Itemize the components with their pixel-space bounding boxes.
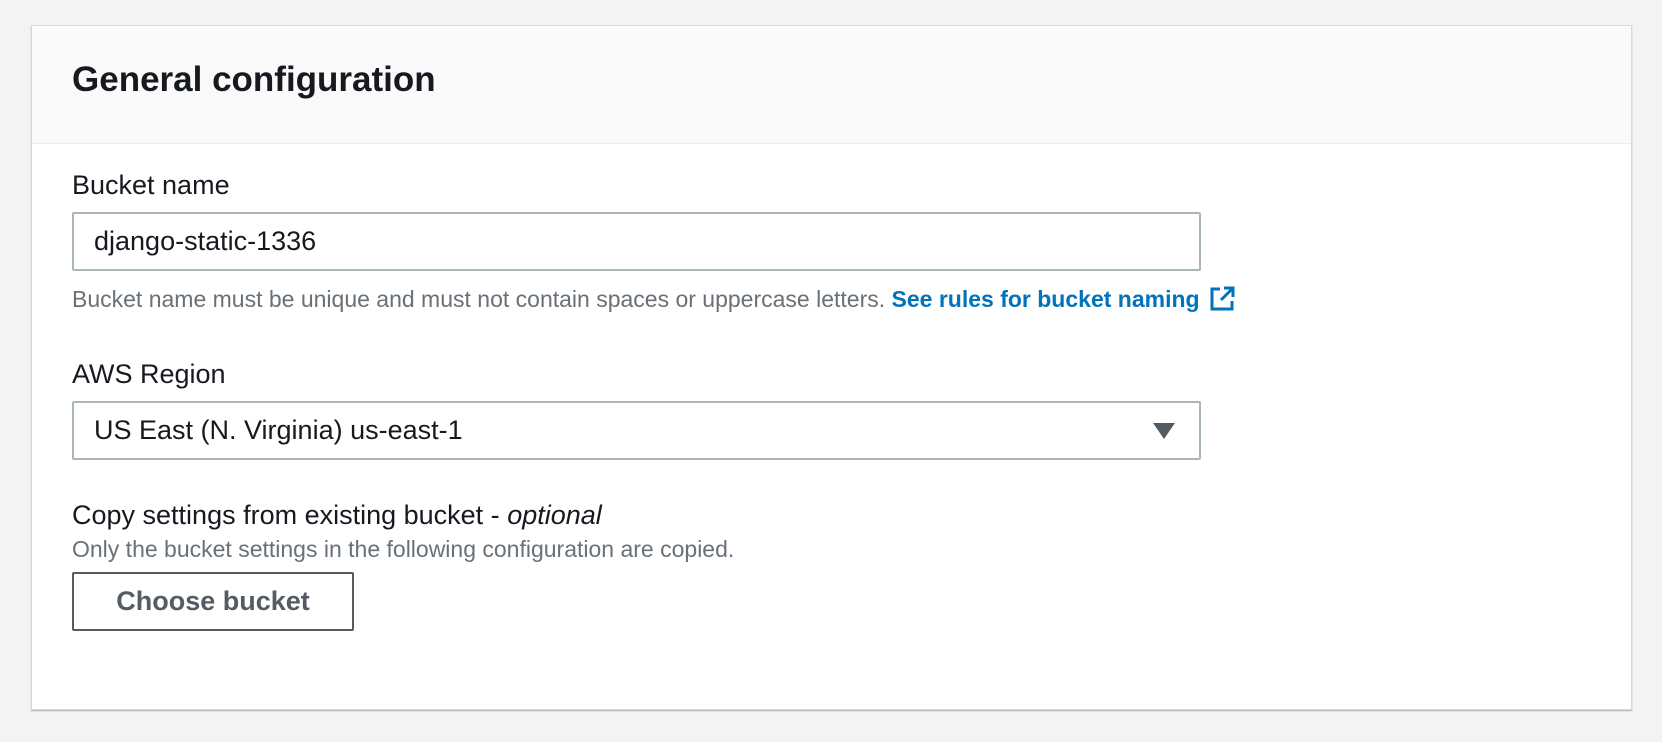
bucket-name-label: Bucket name: [72, 170, 230, 200]
bucket-name-hint: Bucket name must be unique and must not …: [72, 285, 1236, 313]
optional-tag: optional: [507, 500, 602, 530]
choose-bucket-button[interactable]: Choose bucket: [72, 572, 354, 631]
aws-region-select[interactable]: US East (N. Virginia) us-east-1: [72, 401, 1201, 460]
aws-region-label: AWS Region: [72, 359, 226, 389]
aws-region-selected-value: US East (N. Virginia) us-east-1: [94, 415, 463, 445]
bucket-name-input[interactable]: [72, 212, 1201, 271]
bucket-name-hint-text: Bucket name must be unique and must not …: [72, 286, 886, 312]
general-configuration-panel: General configuration Bucket name Bucket…: [31, 25, 1632, 710]
caret-down-icon: [1153, 423, 1175, 439]
copy-settings-label-text: Copy settings from existing bucket -: [72, 500, 508, 530]
copy-settings-label: Copy settings from existing bucket - opt…: [72, 502, 602, 529]
copy-settings-description: Only the bucket settings in the followin…: [72, 536, 735, 562]
external-link-icon: [1210, 286, 1235, 311]
panel-title: General configuration: [72, 60, 436, 99]
bucket-naming-rules-link-label: See rules for bucket naming: [891, 286, 1200, 312]
bucket-naming-rules-link[interactable]: See rules for bucket naming: [892, 286, 1236, 312]
panel-header: General configuration: [32, 26, 1631, 144]
